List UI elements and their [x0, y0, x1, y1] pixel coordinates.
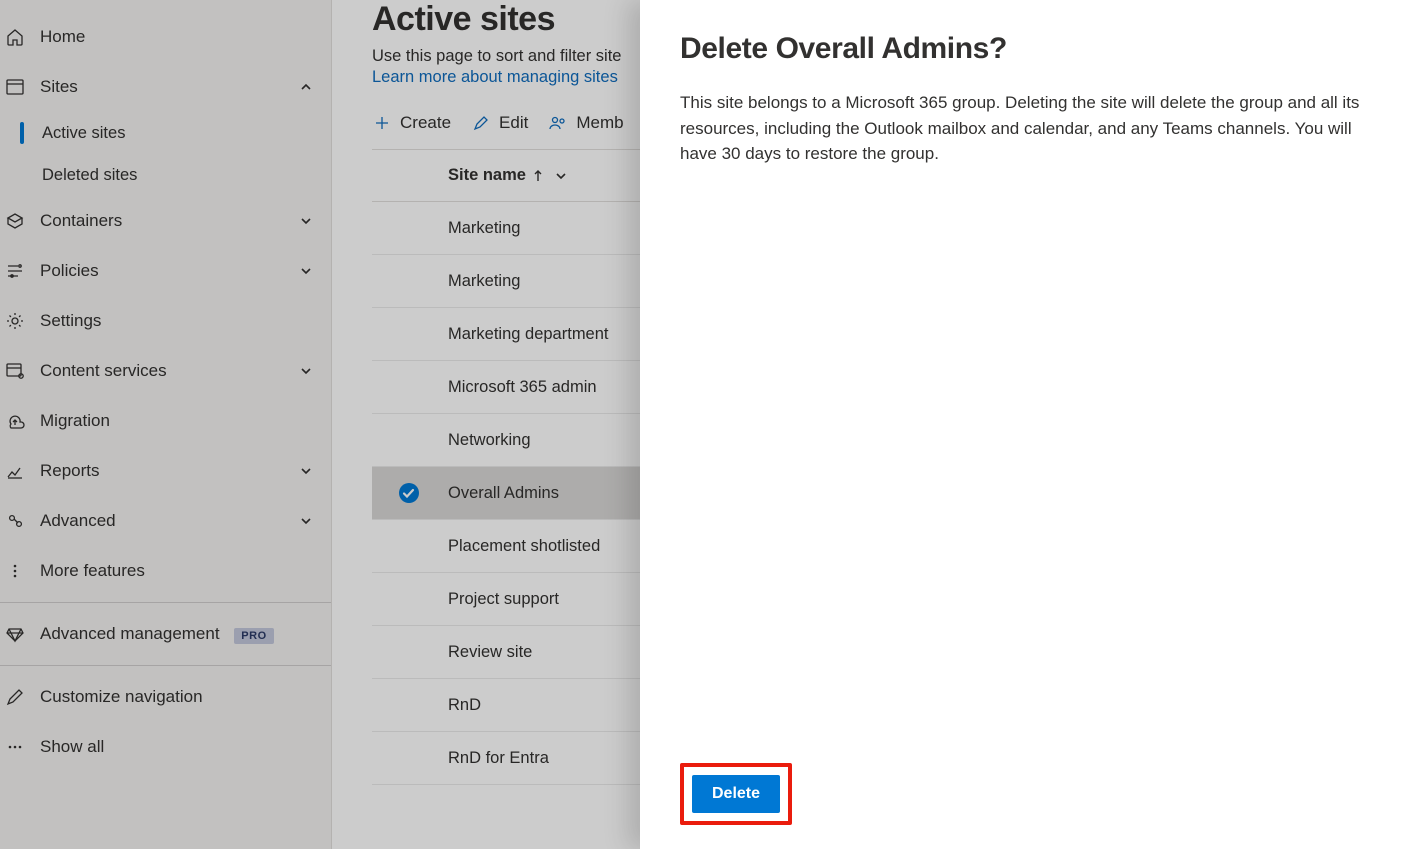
content-services-icon — [4, 360, 26, 382]
panel-title: Delete Overall Admins? — [680, 32, 1361, 66]
site-name: Networking — [448, 431, 531, 450]
sidebar-item-reports[interactable]: Reports — [0, 446, 331, 496]
sidebar-subitem-deleted-sites[interactable]: Deleted sites — [0, 154, 331, 196]
sidebar-item-home[interactable]: Home — [0, 12, 331, 62]
nav-label: Home — [40, 27, 317, 47]
nav-label: Active sites — [42, 124, 125, 143]
sidebar-item-advanced-management[interactable]: Advanced management PRO — [0, 609, 331, 659]
advanced-icon — [4, 510, 26, 532]
delete-button[interactable]: Delete — [692, 775, 780, 813]
membership-button[interactable]: Memb — [548, 113, 623, 133]
nav-label: Policies — [40, 261, 295, 281]
chevron-down-icon — [295, 364, 317, 378]
plus-icon — [372, 113, 392, 133]
edit-button[interactable]: Edit — [471, 113, 528, 133]
nav-label: Content services — [40, 361, 295, 381]
checkmark-icon — [398, 482, 420, 504]
sort-ascending-icon — [532, 169, 544, 183]
site-name: Project support — [448, 590, 559, 609]
sidebar-item-content-services[interactable]: Content services — [0, 346, 331, 396]
sidebar: Home Sites Active sites Deleted sites Co… — [0, 0, 332, 849]
sidebar-item-show-all[interactable]: Show all — [0, 722, 331, 772]
sidebar-item-settings[interactable]: Settings — [0, 296, 331, 346]
nav-label: Deleted sites — [42, 166, 137, 185]
button-label: Create — [400, 113, 451, 133]
site-name: RnD — [448, 696, 481, 715]
nav-label: Advanced management PRO — [40, 624, 317, 644]
nav-label: Containers — [40, 211, 295, 231]
site-name: Microsoft 365 admin — [448, 378, 597, 397]
people-icon — [548, 113, 568, 133]
nav-label: Sites — [40, 77, 295, 97]
sidebar-item-containers[interactable]: Containers — [0, 196, 331, 246]
sidebar-item-advanced[interactable]: Advanced — [0, 496, 331, 546]
chevron-down-icon — [554, 169, 568, 183]
site-name: Overall Admins — [448, 484, 559, 503]
site-name: Marketing department — [448, 325, 609, 344]
chevron-down-icon — [295, 514, 317, 528]
gear-icon — [4, 310, 26, 332]
column-label: Site name — [448, 166, 526, 185]
nav-label: Customize navigation — [40, 687, 317, 707]
nav-label: Settings — [40, 311, 317, 331]
separator — [0, 665, 331, 666]
site-name: Marketing — [448, 219, 520, 238]
nav-label: Show all — [40, 737, 317, 757]
site-name: RnD for Entra — [448, 749, 549, 768]
reports-icon — [4, 460, 26, 482]
sidebar-item-more-features[interactable]: More features — [0, 546, 331, 596]
highlight-frame: Delete — [680, 763, 792, 825]
sites-icon — [4, 76, 26, 98]
sidebar-item-sites[interactable]: Sites — [0, 62, 331, 112]
containers-icon — [4, 210, 26, 232]
pro-badge: PRO — [234, 628, 273, 644]
panel-body: This site belongs to a Microsoft 365 gro… — [680, 90, 1361, 739]
more-icon — [4, 560, 26, 582]
chevron-up-icon — [295, 80, 317, 94]
migration-icon — [4, 410, 26, 432]
site-name: Marketing — [448, 272, 520, 291]
panel-footer: Delete — [680, 739, 1361, 825]
home-icon — [4, 26, 26, 48]
nav-label: Reports — [40, 461, 295, 481]
create-button[interactable]: Create — [372, 113, 451, 133]
sidebar-item-customize-navigation[interactable]: Customize navigation — [0, 672, 331, 722]
site-name: Placement shotlisted — [448, 537, 600, 556]
nav-label: Migration — [40, 411, 317, 431]
delete-site-panel: Delete Overall Admins? This site belongs… — [640, 0, 1401, 849]
sidebar-subitem-active-sites[interactable]: Active sites — [0, 112, 331, 154]
nav-label: More features — [40, 561, 317, 581]
site-name: Review site — [448, 643, 532, 662]
pencil-icon — [471, 113, 491, 133]
nav-label: Advanced — [40, 511, 295, 531]
sidebar-item-migration[interactable]: Migration — [0, 396, 331, 446]
pencil-icon — [4, 686, 26, 708]
chevron-down-icon — [295, 214, 317, 228]
diamond-icon — [4, 623, 26, 645]
button-label: Edit — [499, 113, 528, 133]
nav-text: Advanced management — [40, 624, 220, 643]
chevron-down-icon — [295, 464, 317, 478]
separator — [0, 602, 331, 603]
chevron-down-icon — [295, 264, 317, 278]
button-label: Memb — [576, 113, 623, 133]
policies-icon — [4, 260, 26, 282]
ellipsis-icon — [4, 736, 26, 758]
sidebar-item-policies[interactable]: Policies — [0, 246, 331, 296]
